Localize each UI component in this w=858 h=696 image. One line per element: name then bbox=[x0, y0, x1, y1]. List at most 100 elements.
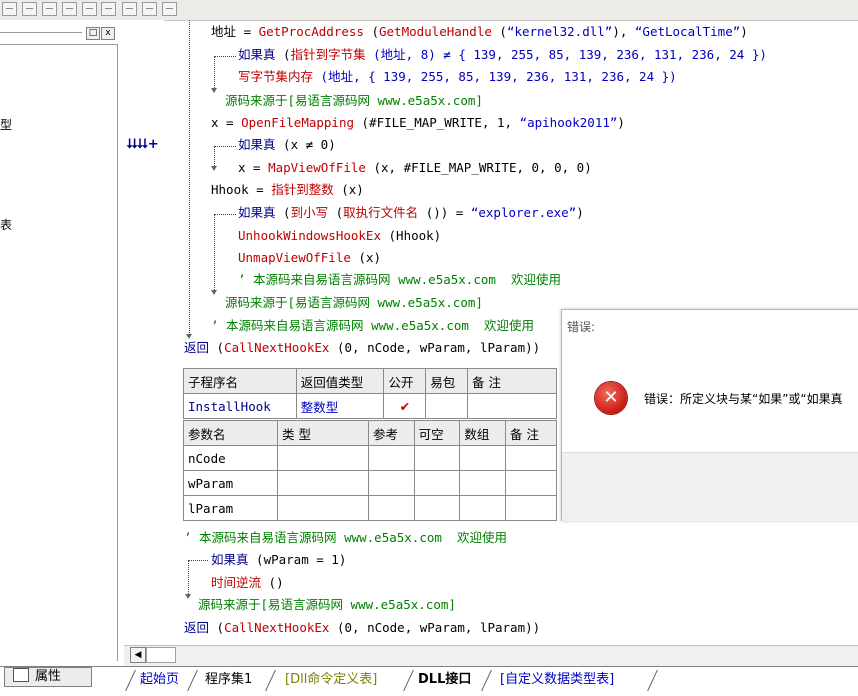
code-line[interactable]: 如果真 (wParam = 1) bbox=[211, 552, 346, 568]
dialog-footer bbox=[562, 452, 858, 521]
toolbar-hsize-icon[interactable] bbox=[122, 2, 137, 16]
header-cell: 可空 bbox=[413, 420, 461, 446]
note-cell[interactable] bbox=[467, 393, 557, 419]
header-cell: 易包 bbox=[425, 368, 468, 394]
param-array-cell[interactable] bbox=[459, 495, 506, 521]
param-ref-cell[interactable] bbox=[368, 495, 415, 521]
tab-program-set[interactable]: 程序集1 bbox=[205, 670, 252, 690]
header-cell: 参考 bbox=[368, 420, 415, 446]
toolbar-align-icon[interactable] bbox=[2, 2, 17, 16]
tab-dll-commands[interactable]: [Dll命令定义表] bbox=[285, 670, 377, 690]
header-cell: 类 型 bbox=[277, 420, 369, 446]
param-name-cell[interactable]: lParam bbox=[183, 495, 278, 521]
tab-start-page[interactable]: 起始页 bbox=[140, 670, 179, 690]
panel-close-button[interactable]: x bbox=[101, 27, 115, 40]
comment-line[interactable]: 源码来源于[易语言源码网 www.e5a5x.com] bbox=[198, 597, 456, 613]
flow-arrow bbox=[211, 88, 217, 93]
param-name-cell[interactable]: wParam bbox=[183, 470, 278, 496]
comment-line[interactable]: 源码来源于[易语言源码网 www.e5a5x.com] bbox=[225, 295, 483, 311]
param-ref-cell[interactable] bbox=[368, 470, 415, 496]
code-line[interactable]: 写字节集内存 (地址, { 139, 255, 85, 139, 236, 13… bbox=[238, 69, 677, 85]
dialog-message: 错误：所定义块与某“如果”或“如果真 bbox=[644, 392, 843, 406]
param-type-cell[interactable] bbox=[277, 470, 369, 496]
code-line[interactable]: 返回 (CallNextHookEx (0, nCode, wParam, lP… bbox=[184, 340, 540, 356]
code-line[interactable]: x = OpenFileMapping (#FILE_MAP_WRITE, 1,… bbox=[211, 115, 625, 131]
flow-arrow bbox=[185, 594, 191, 599]
scroll-thumb[interactable] bbox=[146, 647, 176, 663]
code-line[interactable]: 如果真 (x ≠ 0) bbox=[238, 137, 336, 153]
comment-line[interactable]: ’ 本源码来自易语言源码网 www.e5a5x.com 欢迎使用 bbox=[211, 318, 534, 334]
error-icon: ✕ bbox=[595, 382, 627, 414]
toolbar-size-icon[interactable] bbox=[162, 2, 177, 16]
param-note-cell[interactable] bbox=[504, 495, 558, 521]
toolbar bbox=[0, 0, 858, 21]
code-line[interactable]: UnhookWindowsHookEx (Hhook) bbox=[238, 228, 441, 244]
code-line[interactable]: 地址 = GetProcAddress (GetModuleHandle (“k… bbox=[211, 24, 748, 40]
flow-line bbox=[214, 146, 236, 147]
left-panel-tree[interactable] bbox=[0, 44, 118, 661]
flow-line bbox=[188, 560, 208, 561]
comment-line[interactable]: 源码来源于[易语言源码网 www.e5a5x.com] bbox=[225, 93, 483, 109]
parameter-table: 参数名 类 型 参考 可空 数组 备 注 nCode wParam lParam bbox=[183, 420, 558, 521]
flow-arrow bbox=[211, 290, 217, 295]
left-panel-item-2[interactable]: 表 bbox=[0, 216, 12, 233]
param-array-cell[interactable] bbox=[459, 470, 506, 496]
public-check-cell[interactable]: ✔ bbox=[383, 393, 427, 419]
header-cell: 数组 bbox=[459, 420, 506, 446]
toolbar-vspace-icon[interactable] bbox=[101, 2, 116, 16]
toolbar-hspace-icon[interactable] bbox=[82, 2, 97, 16]
left-panel-item-1[interactable]: 型 bbox=[0, 116, 12, 133]
package-cell[interactable] bbox=[425, 393, 468, 419]
header-cell: 备 注 bbox=[467, 368, 557, 394]
param-note-cell[interactable] bbox=[504, 470, 558, 496]
toolbar-right-icon[interactable] bbox=[62, 2, 77, 16]
code-line[interactable]: 如果真 (到小写 (取执行文件名 ()) = “explorer.exe”) bbox=[238, 205, 584, 221]
comment-line[interactable]: ’ 本源码来自易语言源码网 www.e5a5x.com 欢迎使用 bbox=[184, 530, 507, 546]
header-cell: 备 注 bbox=[504, 420, 558, 446]
param-name-cell[interactable]: nCode bbox=[183, 445, 278, 471]
subroutine-name-cell[interactable]: InstallHook bbox=[183, 393, 297, 419]
code-line[interactable]: x = MapViewOfFile (x, #FILE_MAP_WRITE, 0… bbox=[238, 160, 592, 176]
left-panel-title: □ x bbox=[0, 26, 118, 40]
code-line[interactable]: UnmapViewOfFile (x) bbox=[238, 250, 381, 266]
flow-line bbox=[189, 20, 190, 335]
flow-line bbox=[214, 56, 215, 92]
properties-button[interactable]: 属性 bbox=[4, 667, 92, 687]
flow-line bbox=[214, 56, 236, 57]
param-nullable-cell[interactable] bbox=[413, 470, 461, 496]
param-nullable-cell[interactable] bbox=[413, 445, 461, 471]
param-array-cell[interactable] bbox=[459, 445, 506, 471]
return-type-cell[interactable]: 整数型 bbox=[295, 393, 385, 419]
breakpoint-marker[interactable]: ⮇⮇+ bbox=[127, 137, 159, 152]
scroll-left-button[interactable]: ◀ bbox=[130, 647, 146, 663]
param-nullable-cell[interactable] bbox=[413, 495, 461, 521]
flow-line bbox=[214, 146, 215, 168]
header-cell: 参数名 bbox=[183, 420, 278, 446]
tab-dll-interface[interactable]: DLL接口 bbox=[418, 670, 471, 690]
code-line[interactable]: 如果真 (指针到字节集 (地址, 8) ≠ { 139, 255, 85, 13… bbox=[238, 47, 767, 63]
error-dialog[interactable]: 错误: ✕ 错误：所定义块与某“如果”或“如果真 bbox=[561, 309, 858, 521]
header-cell: 公开 bbox=[383, 368, 427, 394]
code-line[interactable]: Hhook = 指针到整数 (x) bbox=[211, 182, 364, 198]
header-cell: 返回值类型 bbox=[295, 368, 385, 394]
toolbar-top-icon[interactable] bbox=[42, 2, 57, 16]
param-type-cell[interactable] bbox=[277, 445, 369, 471]
param-type-cell[interactable] bbox=[277, 495, 369, 521]
horizontal-scrollbar[interactable] bbox=[124, 645, 858, 666]
param-ref-cell[interactable] bbox=[368, 445, 415, 471]
toolbar-vsize-icon[interactable] bbox=[142, 2, 157, 16]
header-cell: 子程序名 bbox=[183, 368, 297, 394]
comment-line[interactable]: ’ 本源码来自易语言源码网 www.e5a5x.com 欢迎使用 bbox=[238, 272, 561, 288]
properties-icon bbox=[13, 668, 29, 682]
code-line[interactable]: 时间逆流 () bbox=[211, 575, 284, 591]
code-line[interactable]: 返回 (CallNextHookEx (0, nCode, wParam, lP… bbox=[184, 620, 540, 636]
panel-restore-button[interactable]: □ bbox=[86, 27, 100, 40]
flow-line bbox=[188, 560, 189, 596]
tab-custom-types[interactable]: [自定义数据类型表] bbox=[500, 670, 614, 690]
flow-arrow bbox=[186, 334, 192, 339]
editor-gutter bbox=[124, 20, 164, 645]
param-note-cell[interactable] bbox=[504, 445, 558, 471]
toolbar-center-icon[interactable] bbox=[22, 2, 37, 16]
dialog-title: 错误: bbox=[567, 320, 596, 334]
subroutine-table: 子程序名 返回值类型 公开 易包 备 注 InstallHook 整数型 ✔ bbox=[183, 368, 557, 419]
